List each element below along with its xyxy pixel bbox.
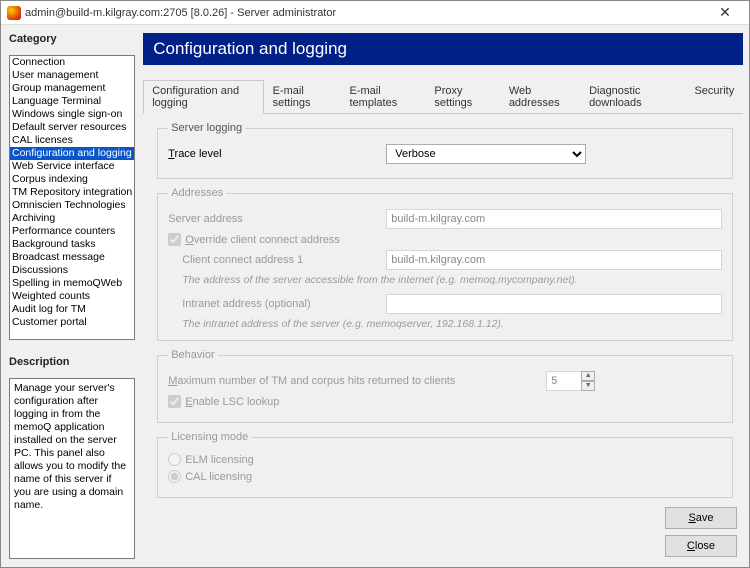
override-client-address-checkbox bbox=[168, 233, 181, 246]
category-item[interactable]: Omniscien Technologies bbox=[10, 199, 134, 212]
elm-licensing-label: ELM licensing bbox=[185, 454, 253, 466]
description-label: Description bbox=[9, 356, 135, 368]
client-connect-address-input bbox=[386, 250, 722, 270]
trace-level-select[interactable]: Verbose bbox=[386, 144, 586, 164]
group-server-logging-label: Server logging bbox=[168, 122, 245, 134]
spin-down-icon: ▼ bbox=[581, 381, 595, 391]
category-item[interactable]: Performance counters bbox=[10, 225, 134, 238]
category-item[interactable]: Audit log for TM bbox=[10, 303, 134, 316]
category-item[interactable]: Archiving bbox=[10, 212, 134, 225]
category-item[interactable]: Connection bbox=[10, 56, 134, 69]
save-button[interactable]: Save bbox=[665, 507, 737, 529]
close-button[interactable]: Close bbox=[665, 535, 737, 557]
titlebar: admin@build-m.kilgray.com:2705 [8.0.26] … bbox=[1, 1, 749, 25]
page-title: Configuration and logging bbox=[143, 33, 743, 65]
category-item[interactable]: Web Service interface bbox=[10, 160, 134, 173]
server-address-input bbox=[386, 209, 722, 229]
intranet-address-input bbox=[386, 294, 722, 314]
client-connect-address-hint: The address of the server accessible fro… bbox=[182, 274, 722, 286]
elm-licensing-radio bbox=[168, 453, 181, 466]
category-item[interactable]: Default server resources bbox=[10, 121, 134, 134]
group-behavior: Behavior Maximum number of TM and corpus… bbox=[157, 349, 733, 423]
cal-licensing-label: CAL licensing bbox=[185, 471, 252, 483]
window-title: admin@build-m.kilgray.com:2705 [8.0.26] … bbox=[25, 7, 707, 19]
category-item[interactable]: Group management bbox=[10, 82, 134, 95]
enable-lsc-checkbox bbox=[168, 395, 181, 408]
tab[interactable]: Proxy settings bbox=[425, 80, 499, 114]
tab[interactable]: Diagnostic downloads bbox=[580, 80, 685, 114]
category-item[interactable]: Corpus indexing bbox=[10, 173, 134, 186]
category-item[interactable]: Windows single sign-on bbox=[10, 108, 134, 121]
max-hits-input bbox=[546, 371, 582, 391]
category-item[interactable]: Weighted counts bbox=[10, 290, 134, 303]
group-addresses-label: Addresses bbox=[168, 187, 226, 199]
group-licensing: Licensing mode ELM licensing CAL licensi… bbox=[157, 431, 733, 498]
tab-body: Server logging Trace level Verbose Addre… bbox=[143, 114, 743, 559]
intranet-address-label: Intranet address (optional) bbox=[182, 298, 378, 310]
category-item[interactable]: TM Repository integration bbox=[10, 186, 134, 199]
category-list[interactable]: ConnectionUser managementGroup managemen… bbox=[9, 55, 135, 340]
tab[interactable]: E-mail templates bbox=[341, 80, 426, 114]
tab[interactable]: Web addresses bbox=[500, 80, 580, 114]
group-behavior-label: Behavior bbox=[168, 349, 217, 361]
category-item[interactable]: Language Terminal bbox=[10, 95, 134, 108]
tab[interactable]: Security bbox=[685, 80, 743, 114]
category-item[interactable]: Configuration and logging bbox=[10, 147, 134, 160]
group-licensing-label: Licensing mode bbox=[168, 431, 251, 443]
group-server-logging: Server logging Trace level Verbose bbox=[157, 122, 733, 179]
tab-bar: Configuration and loggingE-mail settings… bbox=[143, 79, 743, 114]
category-item[interactable]: User management bbox=[10, 69, 134, 82]
enable-lsc-label: Enable LSC lookup bbox=[185, 396, 279, 408]
group-addresses: Addresses Server address Override client… bbox=[157, 187, 733, 341]
max-hits-label: Maximum number of TM and corpus hits ret… bbox=[168, 375, 538, 387]
category-item[interactable]: Spelling in memoQWeb bbox=[10, 277, 134, 290]
tab[interactable]: Configuration and logging bbox=[143, 80, 263, 114]
client-connect-address-label: Client connect address 1 bbox=[182, 254, 378, 266]
override-client-address-label: Override client connect address bbox=[185, 234, 340, 246]
spin-up-icon: ▲ bbox=[581, 371, 595, 381]
category-label: Category bbox=[9, 33, 135, 45]
cal-licensing-radio bbox=[168, 470, 181, 483]
app-icon bbox=[7, 6, 21, 20]
close-icon[interactable]: ✕ bbox=[707, 4, 743, 21]
server-address-label: Server address bbox=[168, 213, 378, 225]
description-text: Manage your server's configuration after… bbox=[9, 378, 135, 559]
intranet-address-hint: The intranet address of the server (e.g.… bbox=[182, 318, 722, 330]
category-item[interactable]: Background tasks bbox=[10, 238, 134, 251]
category-item[interactable]: Broadcast message bbox=[10, 251, 134, 264]
tab[interactable]: E-mail settings bbox=[264, 80, 341, 114]
category-item[interactable]: Customer portal bbox=[10, 316, 134, 329]
category-item[interactable]: CAL licenses bbox=[10, 134, 134, 147]
trace-level-label: Trace level bbox=[168, 148, 378, 160]
category-item[interactable]: Discussions bbox=[10, 264, 134, 277]
